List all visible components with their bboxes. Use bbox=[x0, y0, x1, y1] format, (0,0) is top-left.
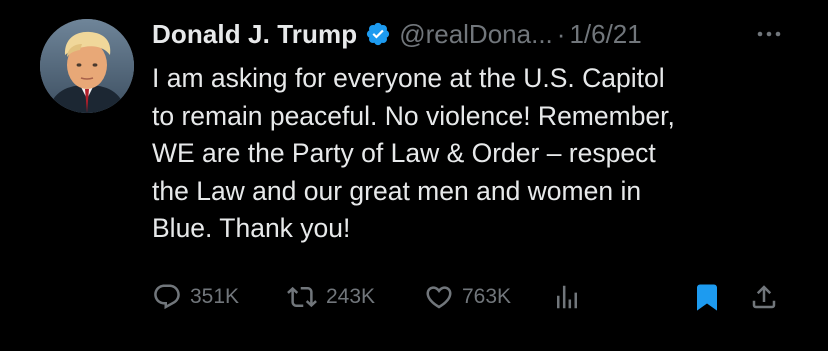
author-name[interactable]: Donald J. Trump bbox=[152, 19, 357, 50]
verified-badge-icon[interactable] bbox=[365, 21, 391, 47]
tweet-text: I am asking for everyone at the U.S. Cap… bbox=[152, 60, 802, 248]
avatar-portrait-icon bbox=[40, 19, 134, 113]
tweet-text-line: I am asking for everyone at the U.S. Cap… bbox=[152, 63, 665, 93]
share-button[interactable] bbox=[749, 280, 779, 314]
analytics-icon bbox=[557, 285, 577, 309]
tweet-header: Donald J. Trump @realDona... · 1/6/21 bbox=[152, 14, 642, 54]
retweet-count: 243K bbox=[326, 285, 376, 308]
author-handle[interactable]: @realDona... bbox=[399, 19, 553, 50]
tweet-text-line: the Law and our great men and women in bbox=[152, 175, 642, 206]
tweet-text-line: to remain peaceful. No violence! Remembe… bbox=[152, 100, 675, 131]
tweet-text-line: Blue. Thank you! bbox=[152, 213, 351, 243]
views-button[interactable] bbox=[552, 280, 582, 314]
share-icon bbox=[752, 285, 776, 309]
bookmark-icon bbox=[697, 284, 717, 311]
reply-icon bbox=[154, 284, 180, 310]
tweet-text-line: WE are the Party of Law & Order – respec… bbox=[152, 138, 656, 168]
tweet[interactable]: Donald J. Trump @realDona... · 1/6/21 I … bbox=[0, 0, 828, 351]
bookmark-button[interactable] bbox=[692, 280, 722, 314]
like-button[interactable]: 763K bbox=[424, 280, 511, 314]
heart-icon bbox=[426, 286, 452, 309]
reply-count: 351K bbox=[190, 285, 240, 308]
like-count: 763K bbox=[462, 285, 512, 308]
retweet-button[interactable]: 243K bbox=[286, 280, 375, 314]
more-options-icon[interactable] bbox=[751, 18, 787, 50]
action-bar: 351K 243K 763K bbox=[152, 280, 792, 314]
avatar[interactable] bbox=[40, 19, 134, 113]
header-separator: · bbox=[556, 18, 566, 49]
tweet-date[interactable]: 1/6/21 bbox=[569, 19, 641, 50]
retweet-icon bbox=[287, 286, 317, 308]
reply-button[interactable]: 351K bbox=[152, 280, 239, 314]
